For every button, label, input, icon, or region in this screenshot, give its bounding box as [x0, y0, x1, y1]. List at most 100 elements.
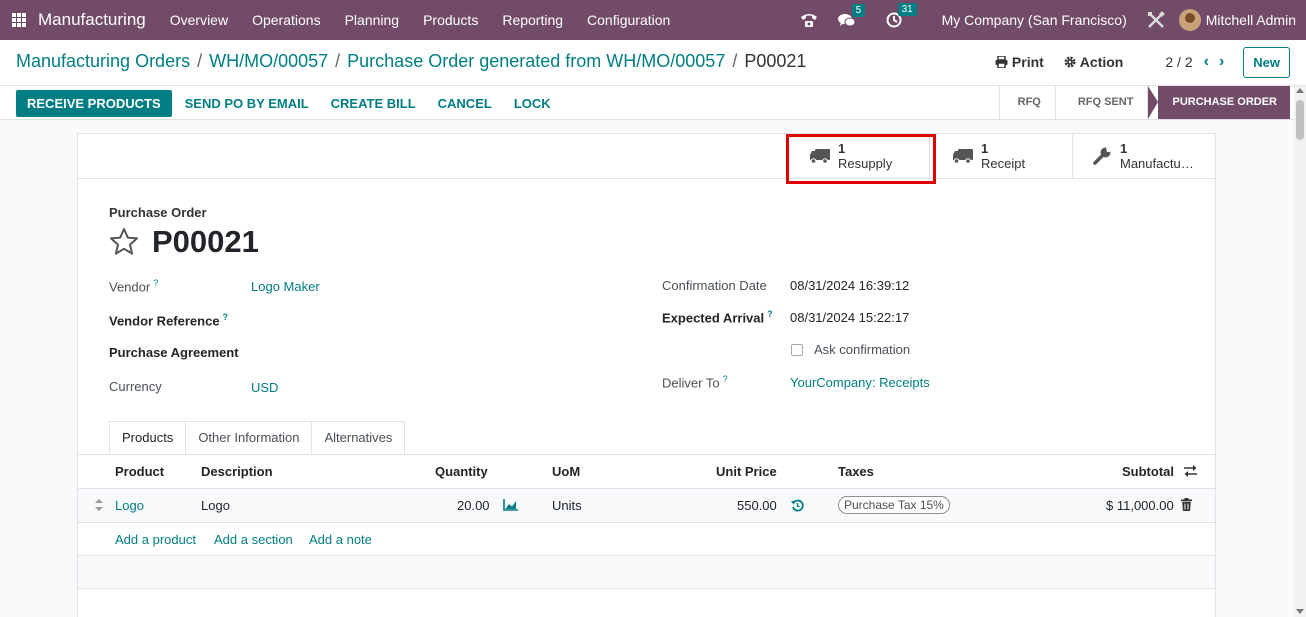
pager-next-icon[interactable]: ›: [1219, 53, 1224, 71]
breadcrumb-current: P00021: [744, 51, 807, 71]
breadcrumb-separator: /: [335, 51, 341, 71]
column-unit-price[interactable]: Unit Price: [716, 464, 777, 479]
user-avatar[interactable]: [1178, 9, 1201, 31]
breadcrumb-manufacturing-orders[interactable]: Manufacturing Orders: [16, 51, 190, 72]
print-button[interactable]: Print: [995, 54, 1044, 70]
messages-icon[interactable]: 5: [837, 3, 866, 28]
tab-products[interactable]: Products: [109, 421, 187, 454]
deliver-to-field[interactable]: YourCompany: Receipts: [790, 375, 930, 390]
trash-icon[interactable]: [1181, 498, 1192, 514]
menu-overview[interactable]: Overview: [158, 12, 240, 28]
user-name[interactable]: Mitchell Admin: [1206, 12, 1296, 28]
page-scrollbar[interactable]: [1294, 86, 1306, 617]
confirmation-date-field[interactable]: 08/31/2024 16:39:12: [790, 278, 909, 293]
pager-value[interactable]: 2 / 2: [1165, 54, 1192, 70]
menu-planning[interactable]: Planning: [333, 12, 412, 28]
tab-other-information[interactable]: Other Information: [185, 421, 313, 454]
receipt-count: 1: [981, 141, 989, 156]
expected-arrival-label: Expected Arrival?: [662, 309, 773, 326]
line-tax-badge[interactable]: Purchase Tax 15%: [838, 496, 950, 514]
action-button[interactable]: Action: [1064, 54, 1124, 70]
smart-buttons-bar: 1 Resupply 1 Receipt 1 Manufactu…: [78, 134, 1215, 179]
receipt-label: Receipt: [981, 156, 1026, 171]
purchase-agreement-label: Purchase Agreement: [109, 345, 239, 360]
vendor-reference-field[interactable]: [251, 312, 551, 328]
table-row[interactable]: Logo Logo 20.00 Units 550.00 Purchase Ta…: [78, 489, 1215, 523]
forecast-chart-icon[interactable]: [503, 499, 518, 514]
expected-arrival-field[interactable]: 08/31/2024 15:22:17: [790, 310, 909, 325]
activities-clock-icon[interactable]: 31: [886, 3, 917, 28]
empty-table-row: [78, 556, 1215, 589]
help-icon: ?: [767, 309, 773, 319]
lock-button[interactable]: LOCK: [503, 90, 562, 117]
column-description[interactable]: Description: [201, 464, 273, 479]
stage-rfq-sent[interactable]: RFQ SENT: [1054, 86, 1148, 119]
drag-handle-icon[interactable]: [95, 499, 103, 514]
new-button[interactable]: New: [1243, 46, 1290, 78]
action-label: Action: [1079, 54, 1124, 70]
purchase-agreement-field[interactable]: [251, 345, 551, 361]
create-bill-button[interactable]: CREATE BILL: [320, 90, 427, 117]
tab-alternatives[interactable]: Alternatives: [311, 421, 406, 454]
status-bar: RECEIVE PRODUCTS SEND PO BY EMAIL CREATE…: [0, 86, 1306, 120]
receipt-smart-button[interactable]: 1 Receipt: [929, 134, 1072, 178]
pager-previous-icon[interactable]: ‹: [1204, 53, 1209, 71]
stage-purchase-order[interactable]: PURCHASE ORDER: [1147, 86, 1290, 119]
scroll-down-arrow-icon[interactable]: [1296, 609, 1304, 614]
control-panel: Manufacturing Orders / WH/MO/00057 / Pur…: [0, 40, 1306, 86]
column-quantity[interactable]: Quantity: [435, 464, 488, 479]
resupply-smart-button[interactable]: 1 Resupply: [786, 134, 929, 178]
cancel-button[interactable]: CANCEL: [427, 90, 503, 117]
vendor-label: Vendor?: [109, 278, 159, 295]
breadcrumb-separator: /: [732, 51, 738, 71]
column-uom[interactable]: UoM: [552, 464, 580, 479]
app-name[interactable]: Manufacturing: [38, 10, 146, 30]
send-po-by-email-button[interactable]: SEND PO BY EMAIL: [174, 90, 320, 117]
column-subtotal[interactable]: Subtotal: [1122, 464, 1174, 479]
company-switcher[interactable]: My Company (San Francisco): [942, 12, 1127, 28]
scroll-up-arrow-icon[interactable]: [1296, 88, 1304, 93]
breadcrumb-po-list[interactable]: Purchase Order generated from WH/MO/0005…: [347, 51, 725, 72]
currency-label: Currency: [109, 379, 162, 394]
column-product[interactable]: Product: [115, 464, 164, 479]
manufacturing-smart-button[interactable]: 1 Manufactu…: [1072, 134, 1215, 178]
line-uom[interactable]: Units: [552, 498, 582, 513]
resupply-count: 1: [838, 141, 846, 156]
column-taxes[interactable]: Taxes: [838, 464, 874, 479]
debug-tools-icon[interactable]: [1147, 11, 1165, 29]
manufacturing-label: Manufactu…: [1120, 156, 1194, 171]
help-icon: ?: [153, 278, 159, 288]
phone-icon[interactable]: [800, 12, 818, 28]
menu-operations[interactable]: Operations: [240, 12, 332, 28]
breadcrumb: Manufacturing Orders / WH/MO/00057 / Pur…: [16, 51, 806, 72]
breadcrumb-mo[interactable]: WH/MO/00057: [209, 51, 328, 72]
add-lines-row: Add a product Add a section Add a note: [78, 523, 1215, 556]
add-section-link[interactable]: Add a section: [214, 532, 293, 547]
line-description[interactable]: Logo: [201, 498, 230, 513]
optional-columns-icon[interactable]: [1184, 465, 1197, 480]
stage-rfq[interactable]: RFQ: [998, 86, 1055, 119]
scroll-thumb[interactable]: [1296, 100, 1304, 140]
confirmation-date-label: Confirmation Date: [662, 278, 767, 293]
print-icon: [995, 56, 1008, 68]
add-note-link[interactable]: Add a note: [309, 532, 372, 547]
line-unit-price[interactable]: 550.00: [737, 498, 777, 513]
ask-confirmation-checkbox[interactable]: [791, 344, 803, 356]
currency-field[interactable]: USD: [251, 380, 278, 395]
breadcrumb-separator: /: [197, 51, 203, 71]
menu-products[interactable]: Products: [411, 12, 490, 28]
wrench-icon: [1091, 146, 1113, 166]
add-product-link[interactable]: Add a product: [115, 532, 196, 547]
menu-configuration[interactable]: Configuration: [575, 12, 682, 28]
menu-reporting[interactable]: Reporting: [490, 12, 575, 28]
deliver-to-label: Deliver To?: [662, 374, 728, 391]
receive-products-button[interactable]: RECEIVE PRODUCTS: [16, 90, 172, 117]
apps-menu-icon[interactable]: [12, 13, 26, 27]
vendor-field[interactable]: Logo Maker: [251, 279, 320, 294]
line-product[interactable]: Logo: [115, 498, 144, 513]
line-quantity[interactable]: 20.00: [457, 498, 490, 513]
form-sheet: 1 Resupply 1 Receipt 1 Manufactu… Purchase …: [77, 133, 1216, 617]
star-icon[interactable]: [109, 227, 139, 258]
truck-icon: [952, 148, 974, 164]
price-history-icon[interactable]: [791, 499, 804, 515]
